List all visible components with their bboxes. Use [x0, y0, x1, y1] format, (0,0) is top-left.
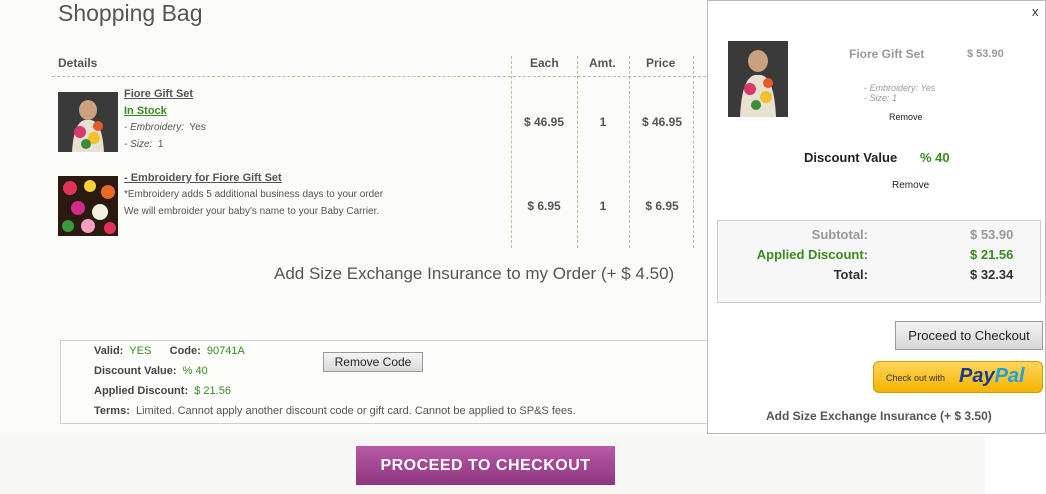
valid-label: Valid: [94, 345, 124, 357]
paypal-logo-pay: Pay [959, 365, 995, 387]
paypal-logo-pal: Pal [994, 365, 1025, 387]
applied-discount-value: $ 21.56 [194, 385, 231, 397]
coupon-terms-row: Terms: Limited. Cannot apply another dis… [94, 405, 576, 417]
paypal-checkout-button[interactable]: Check out with PayPal [873, 361, 1043, 393]
mini-cart-item-name[interactable]: Fiore Gift Set [849, 47, 924, 61]
coupon-summary: Valid: YES Code: 90741A Discount Value: … [60, 340, 712, 424]
mini-cart-remove-item-link[interactable]: Remove [889, 112, 923, 122]
mini-cart-embroidery: - Embroidery: Yes [864, 83, 936, 93]
close-icon[interactable]: x [1032, 4, 1039, 19]
mini-cart-totals: Subtotal: $ 53.90 Applied Discount: $ 21… [717, 220, 1041, 303]
header-amt: Amt. [589, 56, 616, 70]
item-total-price: $ 46.95 [641, 115, 683, 129]
applied-discount-value: $ 21.56 [970, 247, 1014, 262]
proceed-to-checkout-button[interactable]: PROCEED TO CHECKOUT [356, 446, 615, 485]
embroidery-option: - Embroidery: Yes [124, 122, 206, 133]
column-divider [629, 56, 630, 248]
size-exchange-insurance-option[interactable]: Add Size Exchange Insurance to my Order … [274, 264, 674, 284]
applied-discount-label: Applied Discount: [756, 247, 868, 262]
table-header-divider [52, 76, 706, 77]
mini-cart-item-price: $ 53.90 [967, 48, 1004, 60]
item-each-price: $ 6.95 [527, 199, 561, 213]
size-value: 1 [157, 139, 164, 150]
terms-label: Terms: [94, 405, 130, 417]
item-total-price: $ 6.95 [645, 199, 679, 213]
item-each-price: $ 46.95 [523, 115, 565, 129]
embroidery-value: Yes [189, 122, 206, 133]
mini-cart-panel: x Fiore Gift Set $ 53.90 - Embroidery: Y… [707, 0, 1046, 434]
shopping-bag-page: Shopping Bag Details Each Amt. Price Fio… [0, 0, 712, 494]
remove-code-button[interactable]: Remove Code [323, 352, 423, 372]
embroidery-note: *Embroidery adds 5 additional business d… [124, 189, 384, 200]
column-divider [693, 56, 694, 248]
mini-cart-insurance-option[interactable]: Add Size Exchange Insurance (+ $ 3.50) [766, 409, 992, 423]
header-price: Price [646, 56, 676, 70]
subtotal-label: Subtotal: [811, 227, 868, 242]
item-quantity: 1 [599, 199, 607, 213]
embroidery-note: We will embroider your baby's name to yo… [124, 206, 380, 217]
code-value: 90741A [206, 345, 245, 357]
code-label: Code: [169, 345, 201, 357]
mini-cart-checkout-button[interactable]: Proceed to Checkout [895, 321, 1043, 350]
mini-cart-remove-discount-link[interactable]: Remove [892, 180, 929, 191]
embroidery-label: - Embroidery: [124, 122, 185, 133]
mini-cart-discount-value: % 40 [920, 150, 950, 165]
mini-cart-discount-label: Discount Value [804, 150, 898, 165]
coupon-valid-row: Valid: YES Code: 90741A [94, 345, 245, 357]
terms-value: Limited. Cannot apply another discount c… [136, 405, 576, 417]
total-label: Total: [833, 267, 868, 282]
paypal-logo: PayPal [959, 365, 1025, 388]
page-title: Shopping Bag [58, 0, 203, 26]
column-divider [511, 56, 512, 248]
header-details: Details [58, 56, 98, 70]
item-quantity: 1 [599, 115, 607, 129]
product-name-link[interactable]: Fiore Gift Set [124, 88, 193, 100]
size-option: - Size: 1 [124, 139, 163, 150]
mini-cart-product-thumbnail[interactable] [728, 41, 788, 117]
total-value: $ 32.34 [970, 267, 1014, 282]
applied-discount-label: Applied Discount: [94, 385, 189, 397]
product-thumbnail[interactable] [58, 92, 118, 152]
column-divider [577, 56, 578, 248]
coupon-discount-row: Discount Value: % 40 [94, 365, 208, 377]
valid-value: YES [129, 345, 152, 357]
stock-status-link[interactable]: In Stock [124, 105, 167, 117]
paypal-caption: Check out with [886, 373, 946, 383]
embroidery-thumbnail[interactable] [58, 176, 118, 236]
discount-value: % 40 [182, 365, 208, 377]
subtotal-value: $ 53.90 [970, 227, 1014, 242]
size-label: - Size: [124, 139, 153, 150]
mini-cart-size: - Size: 1 [864, 93, 898, 103]
embroidery-item-link[interactable]: - Embroidery for Fiore Gift Set [124, 172, 282, 184]
coupon-applied-row: Applied Discount: $ 21.56 [94, 385, 231, 397]
discount-value-label: Discount Value: [94, 365, 177, 377]
header-each: Each [530, 56, 559, 70]
